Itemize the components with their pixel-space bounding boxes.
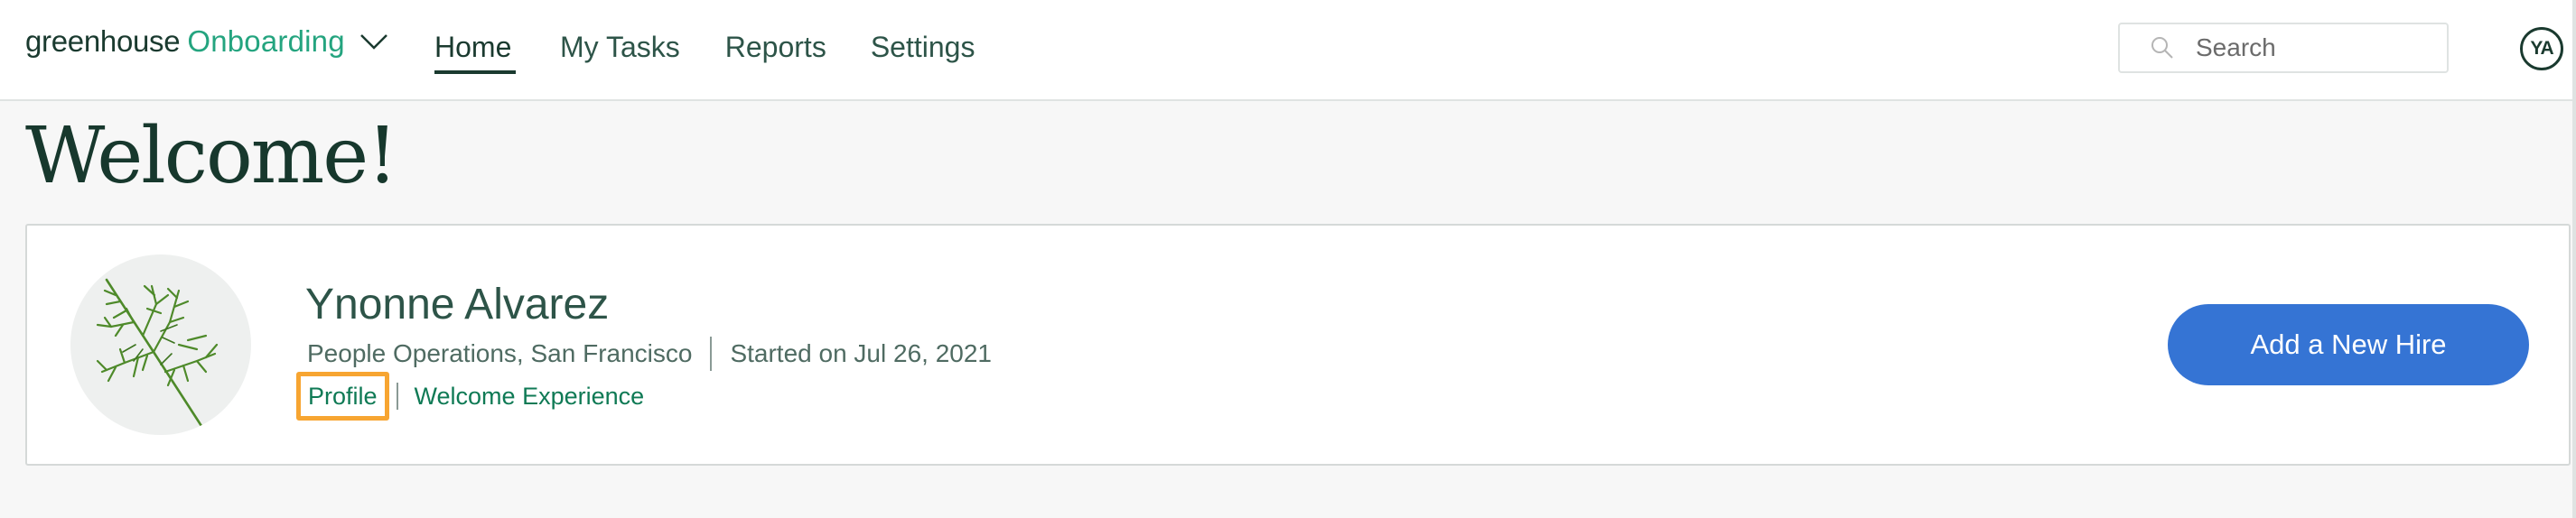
top-navigation-bar: greenhouse Onboarding Home My Tasks Repo… — [0, 0, 2572, 101]
new-hire-card: Ynonne Alvarez People Operations, San Fr… — [25, 224, 2571, 466]
hire-department-location: People Operations, San Francisco — [307, 339, 693, 367]
nav-home[interactable]: Home — [434, 27, 516, 76]
nav-settings[interactable]: Settings — [871, 27, 975, 76]
hire-start-date: Started on Jul 26, 2021 — [730, 339, 992, 367]
search-box[interactable] — [2118, 23, 2449, 73]
main-nav: Home My Tasks Reports Settings — [434, 27, 975, 76]
nav-my-tasks[interactable]: My Tasks — [560, 27, 680, 76]
product-switcher[interactable]: greenhouse Onboarding — [25, 22, 388, 61]
search-input[interactable] — [2196, 33, 2431, 62]
page-title: Welcome! — [25, 111, 398, 201]
add-new-hire-button[interactable]: Add a New Hire — [2168, 304, 2529, 385]
hire-name: Ynonne Alvarez — [305, 281, 610, 328]
meta-divider — [710, 337, 713, 371]
logo-product: Onboarding — [187, 24, 345, 58]
link-divider — [396, 383, 398, 410]
dill-plant-icon — [96, 278, 219, 428]
window-edge — [2572, 0, 2576, 518]
hire-links: Profile Welcome Experience — [296, 372, 644, 421]
profile-link[interactable]: Profile — [296, 372, 389, 421]
hire-avatar — [70, 254, 251, 435]
hire-meta: People Operations, San Francisco Started… — [307, 336, 992, 372]
nav-reports[interactable]: Reports — [725, 27, 826, 76]
logo-brand: greenhouse — [25, 24, 181, 58]
chevron-down-icon[interactable] — [359, 32, 388, 51]
user-avatar[interactable]: YA — [2520, 27, 2563, 70]
search-icon — [2151, 36, 2174, 60]
welcome-experience-link[interactable]: Welcome Experience — [415, 383, 645, 411]
